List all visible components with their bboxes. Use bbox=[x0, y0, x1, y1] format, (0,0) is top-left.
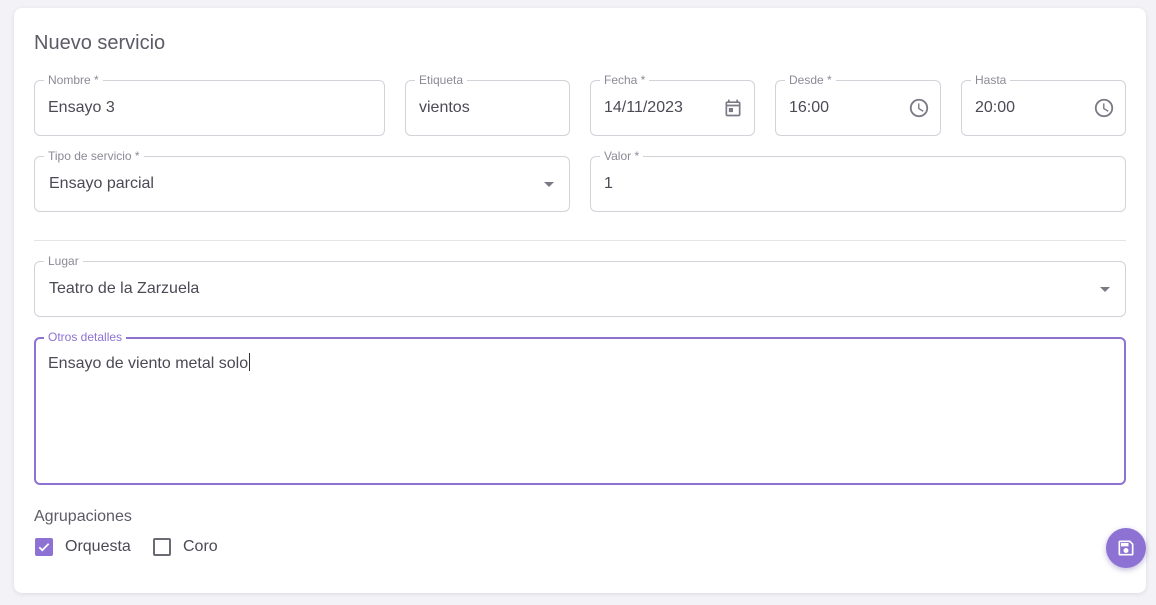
lugar-select[interactable]: Lugar Teatro de la Zarzuela bbox=[34, 254, 1126, 317]
valor-value: 1 bbox=[604, 175, 613, 192]
otros-detalles-textarea[interactable]: Otros detalles Ensayo de viento metal so… bbox=[34, 330, 1126, 485]
save-button[interactable] bbox=[1106, 528, 1146, 568]
otros-detalles-value: Ensayo de viento metal solo bbox=[48, 353, 251, 373]
text-cursor bbox=[249, 353, 251, 371]
otros-detalles-text: Ensayo de viento metal solo bbox=[48, 355, 249, 372]
chevron-down-icon[interactable] bbox=[544, 182, 554, 187]
checkbox-coro[interactable]: Coro bbox=[153, 538, 218, 556]
tipo-servicio-select[interactable]: Tipo de servicio * Ensayo parcial bbox=[34, 149, 570, 212]
page-title: Nuevo servicio bbox=[34, 32, 166, 54]
otros-detalles-label: Otros detalles bbox=[44, 330, 127, 344]
agrupaciones-title: Agrupaciones bbox=[34, 508, 132, 525]
fecha-value: 14/11/2023 bbox=[604, 99, 683, 116]
desde-value: 16:00 bbox=[789, 99, 830, 116]
save-icon bbox=[1118, 540, 1134, 556]
valor-field[interactable]: Valor * 1 bbox=[590, 149, 1126, 212]
calendar-icon[interactable] bbox=[722, 97, 744, 119]
section-divider bbox=[34, 240, 1126, 241]
checkbox-orquesta[interactable]: Orquesta bbox=[35, 538, 131, 556]
checkbox-checked-icon[interactable] bbox=[35, 538, 53, 556]
clock-icon[interactable] bbox=[908, 97, 930, 119]
checkbox-unchecked-icon[interactable] bbox=[153, 538, 171, 556]
checkbox-label-orquesta: Orquesta bbox=[65, 538, 131, 555]
clock-icon[interactable] bbox=[1093, 97, 1115, 119]
nombre-value: Ensayo 3 bbox=[48, 99, 115, 116]
fecha-field[interactable]: Fecha * 14/11/2023 bbox=[590, 73, 755, 136]
lugar-value: Teatro de la Zarzuela bbox=[49, 280, 200, 297]
hasta-field[interactable]: Hasta 20:00 bbox=[961, 73, 1126, 136]
checkbox-label-coro: Coro bbox=[183, 538, 218, 555]
service-form-card: Nuevo servicio Nombre * Ensayo 3 Etiquet… bbox=[14, 8, 1146, 593]
desde-field[interactable]: Desde * 16:00 bbox=[775, 73, 941, 136]
etiqueta-value: vientos bbox=[419, 99, 470, 116]
nombre-field[interactable]: Nombre * Ensayo 3 bbox=[34, 73, 385, 136]
chevron-down-icon[interactable] bbox=[1100, 287, 1110, 292]
hasta-value: 20:00 bbox=[975, 99, 1016, 116]
etiqueta-field[interactable]: Etiqueta vientos bbox=[405, 73, 570, 136]
tipo-servicio-value: Ensayo parcial bbox=[49, 175, 154, 192]
